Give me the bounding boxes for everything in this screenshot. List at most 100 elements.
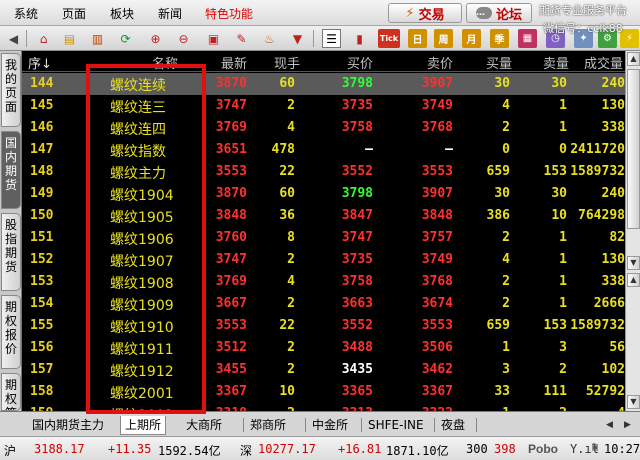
lightning-icon: ⚡ (405, 5, 415, 21)
scroll-thumb[interactable] (627, 69, 640, 229)
table-row[interactable]: 149 螺纹1904 3870 60 3798 3907 30 30 240 (22, 183, 625, 205)
tab-shfe[interactable]: 上期所 (120, 416, 167, 435)
row-bid: — (365, 142, 373, 157)
filter-icon[interactable]: ▼ (288, 29, 307, 48)
tab-night-session[interactable]: 夜盘 (437, 416, 469, 435)
row-total-volume: 2666 (593, 296, 625, 311)
table-row[interactable]: 157 螺纹1912 3455 2 3435 3462 3 2 102 (22, 359, 625, 381)
row-ask: 3749 (421, 98, 453, 113)
table-row[interactable]: 156 螺纹1911 3512 2 3488 3506 1 3 56 (22, 337, 625, 359)
col-ask[interactable]: 卖价 (427, 53, 453, 72)
tab-shfe-ine[interactable]: SHFE-INE (364, 416, 428, 435)
row-ask: 3768 (421, 274, 453, 289)
row-ask: 3848 (421, 208, 453, 223)
row-seq: 158 (30, 384, 54, 399)
row-ask-qty: 1 (559, 230, 567, 245)
row-total-volume: 1589732 (570, 318, 625, 333)
menu-page[interactable]: 页面 (62, 5, 86, 22)
row-volume: 60 (279, 186, 295, 201)
row-seq: 151 (30, 230, 54, 245)
home-icon[interactable]: ⌂ (34, 29, 53, 48)
refresh-icon[interactable]: ⟳ (116, 29, 135, 48)
window-icon[interactable]: ▣ (204, 29, 223, 48)
col-bid-qty[interactable]: 买量 (486, 53, 512, 72)
row-total-volume: 82 (609, 230, 625, 245)
tab-cffex[interactable]: 中金所 (308, 416, 352, 435)
table-row[interactable]: 153 螺纹1908 3769 4 3758 3768 2 1 338 (22, 271, 625, 293)
row-bid-qty: 2 (502, 274, 510, 289)
sh-amount: 1592.54亿 (158, 444, 221, 458)
row-bid: 3798 (341, 76, 373, 91)
sidebar-tab-domestic-futures[interactable]: 国内期货 (1, 131, 21, 209)
sidebar-tab-index-futures[interactable]: 股指期货 (1, 213, 21, 291)
menu-news[interactable]: 新闻 (158, 5, 182, 22)
list-icon[interactable]: ☰ (322, 29, 341, 48)
clock-time: 10:27 (604, 442, 640, 456)
table-row[interactable]: 152 螺纹1907 3747 2 3735 3749 4 1 130 (22, 249, 625, 271)
menu-system[interactable]: 系统 (14, 5, 38, 22)
table-row[interactable]: 147 螺纹指数 3651 478— —0 0 2411720 (22, 139, 625, 161)
table-row[interactable]: 146 螺纹连四 3769 4 3758 3768 2 1 338 (22, 117, 625, 139)
row-volume: 2 (287, 340, 295, 355)
zoom-in-icon[interactable]: ⊕ (146, 29, 165, 48)
col-volume[interactable]: 现手 (274, 53, 300, 72)
table-row[interactable]: 151 螺纹1906 3760 8 3747 3757 2 1 82 (22, 227, 625, 249)
row-last: 3848 (215, 208, 247, 223)
row-bid-qty: 33 (494, 384, 510, 399)
col-bid[interactable]: 买价 (347, 53, 373, 72)
table-row[interactable]: 150 螺纹1905 3848 36 3847 3848 386 10 764298 (22, 205, 625, 227)
table-row[interactable]: 158 螺纹2001 3367 10 3365 3367 33 111 52792 (22, 381, 625, 403)
tab-divider (476, 418, 477, 432)
table-row[interactable]: 159螺纹20023318233133322124 (22, 403, 625, 411)
week-icon[interactable]: 周 (434, 29, 453, 48)
table-row[interactable]: 154 螺纹1909 3667 2 3663 3674 2 1 2666 (22, 293, 625, 315)
row-name: 螺纹1908 (110, 276, 174, 292)
sidebar-tab-option-strategy[interactable]: 期权策略 (1, 373, 21, 411)
table-row[interactable]: 145 螺纹连三 3747 2 3735 3749 4 1 130 (22, 95, 625, 117)
vertical-scrollbar[interactable]: ▲ ▼ ▲ ▼ (625, 51, 640, 411)
menu-special-features[interactable]: 特色功能 (205, 5, 253, 22)
back-arrow-icon[interactable]: ◀ (4, 29, 23, 48)
col-last[interactable]: 最新 (221, 53, 247, 72)
scroll-down-icon[interactable]: ▼ (627, 395, 640, 409)
tab-czce[interactable]: 郑商所 (246, 416, 290, 435)
tab-dce[interactable]: 大商所 (182, 416, 226, 435)
row-name: 螺纹1910 (110, 320, 174, 336)
sh-change: +11.35 (108, 442, 152, 456)
day-icon[interactable]: 日 (408, 29, 427, 48)
chart-icon[interactable]: ▥ (88, 29, 107, 48)
row-name: 螺纹1907 (110, 254, 174, 270)
table-row[interactable]: 155 螺纹1910 3553 22 3552 3553 659 153 1589732 (22, 315, 625, 337)
col-ask-qty[interactable]: 卖量 (543, 53, 569, 72)
toolbar-divider (26, 30, 27, 47)
row-seq: 148 (30, 164, 54, 179)
scroll-up-icon[interactable]: ▲ (627, 273, 640, 287)
sidebar-tab-option-quotes[interactable]: 期权报价 (1, 295, 21, 369)
row-total-volume: 56 (609, 340, 625, 355)
col-seq[interactable]: 序↓ (28, 53, 52, 72)
col-name[interactable]: 名称 (152, 53, 178, 72)
scroll-up-icon[interactable]: ▲ (627, 52, 640, 66)
tab-domestic-main[interactable]: 国内期货主力 (28, 416, 108, 435)
zoom-out-icon[interactable]: ⊖ (174, 29, 193, 48)
forum-button[interactable]: … 论坛 (466, 3, 532, 23)
col-total-volume[interactable]: 成交量 (584, 53, 623, 72)
month-icon[interactable]: 月 (462, 29, 481, 48)
row-bid-qty: 659 (486, 164, 510, 179)
scroll-down-icon[interactable]: ▼ (627, 256, 640, 270)
row-last: 3769 (215, 120, 247, 135)
layers-icon[interactable]: ▤ (60, 29, 79, 48)
tab-scroll-left-icon[interactable]: ◀ (600, 415, 619, 434)
lamp-icon[interactable]: ♨ (260, 29, 279, 48)
trade-button[interactable]: ⚡ 交易 (388, 3, 462, 23)
sidebar-tab-my-page[interactable]: 我的页面 (1, 53, 21, 127)
season-icon[interactable]: 季 (490, 29, 509, 48)
bars-icon[interactable]: ▮ (350, 29, 369, 48)
tick-icon[interactable]: Tick (378, 29, 400, 48)
table-row[interactable]: 144 螺纹连续 3870 60 3798 3907 30 30 240 (22, 73, 625, 95)
tab-scroll-right-icon[interactable]: ▶ (618, 415, 637, 434)
menu-sector[interactable]: 板块 (110, 5, 134, 22)
pen-icon[interactable]: ✎ (232, 29, 251, 48)
table-row[interactable]: 148 螺纹主力 3553 22 3552 3553 659 153 1589732 (22, 161, 625, 183)
row-name: 螺纹1909 (110, 298, 174, 314)
